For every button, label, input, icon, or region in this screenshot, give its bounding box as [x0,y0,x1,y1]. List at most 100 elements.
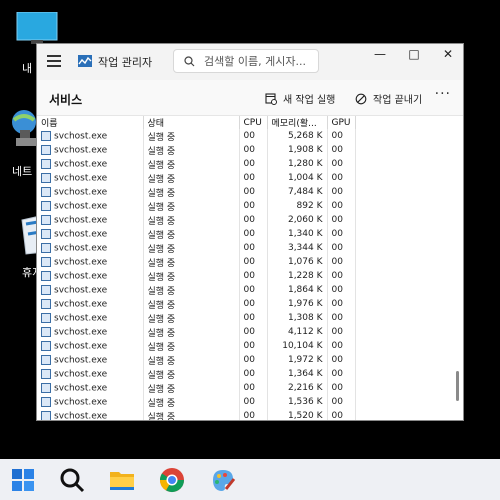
menu-icon[interactable] [47,55,61,67]
memory-cell: 5,268 K [267,129,328,143]
table-row[interactable]: svchost.exe 실행 중 00 1,280 K 00 [37,157,356,171]
cpu-cell: 00 [239,185,268,199]
process-icon [41,340,51,351]
memory-cell: 1,536 K [267,395,328,409]
table-row[interactable]: svchost.exe 실행 중 00 2,060 K 00 [37,213,356,227]
process-table: ^ 이름 상태 CPU 메모리(활... GPU svchost.exe 실행 중0… [37,116,463,420]
process-name-cell: svchost.exe [37,241,144,255]
end-task-button[interactable]: 작업 끝내기 [355,91,422,106]
gpu-cell: 00 [327,311,356,325]
gpu-cell: 00 [327,381,356,395]
search-icon[interactable] [57,465,87,495]
column-header-cpu[interactable]: CPU [239,116,268,129]
process-icon [41,228,51,239]
gpu-cell: 00 [327,325,356,339]
process-icon [41,298,51,309]
memory-cell: 3,344 K [267,241,328,255]
paint-icon[interactable] [208,465,238,495]
memory-cell: 1,364 K [267,367,328,381]
status-cell: 실행 중 [143,339,240,353]
end-task-label: 작업 끝내기 [373,95,423,106]
memory-cell: 1,908 K [267,143,328,157]
table-row[interactable]: svchost.exe 실행 중 00 1,864 K 00 [37,283,356,297]
gpu-cell: 00 [327,255,356,269]
chrome-icon[interactable] [157,465,187,495]
start-icon[interactable] [8,465,38,495]
gpu-cell: 00 [327,353,356,367]
gpu-cell: 00 [327,339,356,353]
search-box[interactable] [173,49,319,73]
process-name-cell: svchost.exe [37,311,144,325]
table-row[interactable]: svchost.exe 실행 중 00 1,004 K 00 [37,171,356,185]
gpu-cell: 00 [327,409,356,420]
gpu-cell: 00 [327,367,356,381]
table-row[interactable]: svchost.exe 실행 중 00 1,520 K 00 [37,409,356,420]
table-row[interactable]: svchost.exe 실행 중 00 892 K 00 [37,199,356,213]
memory-cell: 1,308 K [267,311,328,325]
table-row[interactable]: svchost.exe 실행 중 00 4,112 K 00 [37,325,356,339]
table-row[interactable]: svchost.exe 실행 중 00 1,364 K 00 [37,367,356,381]
table-row[interactable]: svchost.exe 실행 중 00 1,308 K 00 [37,311,356,325]
end-task-icon [355,93,367,104]
process-icon [41,270,51,281]
table-row[interactable]: svchost.exe 실행 중 00 1,536 K 00 [37,395,356,409]
process-icon [41,144,51,155]
status-cell: 실행 중 [143,227,240,241]
gpu-cell: 00 [327,157,356,171]
table-row[interactable]: svchost.exe 실행 중 00 10,104 K 00 [37,339,356,353]
vertical-scrollbar[interactable] [456,371,459,401]
run-new-task-button[interactable]: 새 작업 실행 [265,91,335,106]
gpu-cell: 00 [327,199,356,213]
maximize-button[interactable]: □ [397,44,431,68]
process-name-cell: svchost.exe [37,325,144,339]
table-row[interactable]: svchost.exe 실행 중 00 1,340 K 00 [37,227,356,241]
run-new-task-label: 새 작업 실행 [283,95,336,106]
gpu-cell: 00 [327,185,356,199]
more-options-button[interactable]: ··· [435,86,451,102]
desktop-label-network: 네트 [12,165,33,178]
memory-cell: 1,228 K [267,269,328,283]
column-header-name[interactable]: ^ 이름 [37,116,144,129]
process-icon [41,284,51,295]
close-button[interactable]: ✕ [431,44,463,68]
file-explorer-icon[interactable] [107,465,137,495]
table-row[interactable]: svchost.exe 실행 중 00 3,344 K 00 [37,241,356,255]
table-row[interactable]: svchost.exe 실행 중 00 7,484 K 00 [37,185,356,199]
cpu-cell: 00 [239,129,268,143]
search-input[interactable] [204,53,314,69]
column-header-status[interactable]: 상태 [143,116,240,129]
status-cell: 실행 중 [143,353,240,367]
process-name-cell: svchost.exe [37,409,144,420]
process-icon [41,410,51,420]
cpu-cell: 00 [239,213,268,227]
table-row[interactable]: svchost.exe 실행 중 00 1,972 K 00 [37,353,356,367]
column-header-memory[interactable]: 메모리(활... [267,116,328,129]
task-manager-window: 작업 관리자 — □ ✕ 서비스 새 작업 실행 작업 [36,43,464,421]
memory-cell: 10,104 K [267,339,328,353]
process-icon [41,256,51,267]
process-icon [41,200,51,211]
process-name-cell: svchost.exe [37,171,144,185]
process-name-cell: svchost.exe [37,199,144,213]
process-name-cell: svchost.exe [37,367,144,381]
table-row[interactable]: svchost.exe 실행 중 00 1,076 K 00 [37,255,356,269]
table-row[interactable]: svchost.exe 실행 중 00 1,976 K 00 [37,297,356,311]
gpu-cell: 00 [327,143,356,157]
taskbar [0,459,500,500]
new-task-icon [265,92,277,105]
process-name-cell: svchost.exe [37,227,144,241]
cpu-cell: 00 [239,283,268,297]
process-icon [41,172,51,183]
status-cell: 실행 중 [143,311,240,325]
table-row[interactable]: svchost.exe 실행 중 00 1,228 K 00 [37,269,356,283]
page-title: 서비스 [49,93,83,107]
gpu-cell: 00 [327,297,356,311]
table-row[interactable]: svchost.exe 실행 중 00 1,908 K 00 [37,143,356,157]
memory-cell: 4,112 K [267,325,328,339]
status-cell: 실행 중 [143,367,240,381]
table-row[interactable]: svchost.exe 실행 중 00 5,268 K 00 [37,129,356,143]
table-row[interactable]: svchost.exe 실행 중 00 2,216 K 00 [37,381,356,395]
memory-cell: 1,280 K [267,157,328,171]
column-header-gpu[interactable]: GPU [327,116,356,129]
minimize-button[interactable]: — [363,44,397,68]
